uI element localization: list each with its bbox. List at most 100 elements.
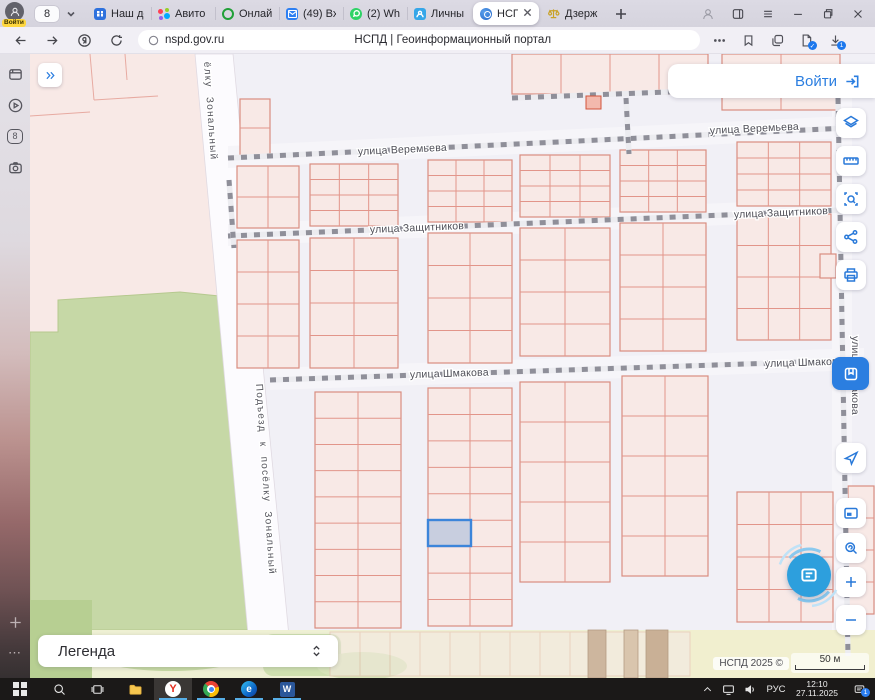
parcel-block[interactable] bbox=[310, 164, 398, 226]
minimize-button[interactable] bbox=[785, 3, 811, 25]
restore-button[interactable] bbox=[815, 3, 841, 25]
parcel-block[interactable] bbox=[237, 240, 299, 368]
parcel-block[interactable] bbox=[237, 166, 299, 228]
sidebar-add-button[interactable] bbox=[4, 611, 26, 633]
legend-panel[interactable]: Легенда bbox=[38, 635, 338, 667]
parcel-block[interactable] bbox=[820, 254, 836, 278]
start-button[interactable] bbox=[0, 678, 40, 700]
sidebar-panels-button[interactable] bbox=[4, 63, 26, 85]
tab-nspd-active[interactable]: НСПД bbox=[473, 2, 539, 25]
file-explorer-button[interactable] bbox=[116, 678, 154, 700]
site-security-icon[interactable] bbox=[148, 35, 159, 46]
windows-logo-icon bbox=[13, 682, 27, 696]
more-actions-button[interactable] bbox=[708, 29, 730, 51]
yandex-search-button[interactable] bbox=[72, 29, 96, 51]
taskbar-word[interactable]: W bbox=[268, 678, 306, 700]
overview-map-button[interactable] bbox=[836, 498, 866, 528]
tab-nash-dom[interactable]: Наш дом bbox=[87, 0, 151, 27]
parcel-block[interactable] bbox=[428, 388, 512, 626]
taskbar-clock[interactable]: 12:10 27.11.2025 bbox=[791, 678, 843, 700]
cadastral-map[interactable]: улица Веремьева улица Веремьева улица За… bbox=[30, 54, 875, 678]
area-select-tool-button[interactable] bbox=[836, 184, 866, 214]
browser-user-button[interactable] bbox=[695, 3, 721, 25]
selected-parcel[interactable] bbox=[428, 520, 471, 546]
download-badge: 1 bbox=[837, 41, 846, 50]
bookmark-button[interactable] bbox=[737, 29, 759, 51]
support-chat-button[interactable] bbox=[787, 553, 831, 597]
tab-whatsapp[interactable]: (2) Whats bbox=[343, 0, 407, 27]
tray-network-icon[interactable] bbox=[717, 678, 739, 700]
print-tool-button[interactable] bbox=[836, 260, 866, 290]
taskbar-chrome[interactable] bbox=[192, 678, 230, 700]
parcel-block[interactable] bbox=[520, 228, 610, 356]
zoom-in-button[interactable] bbox=[836, 567, 866, 597]
share-tool-button[interactable] bbox=[836, 222, 866, 252]
tab-panel-button[interactable] bbox=[725, 3, 751, 25]
profile-button[interactable]: Войти bbox=[0, 0, 30, 27]
parcel-block[interactable] bbox=[737, 214, 831, 340]
parcel-block[interactable] bbox=[620, 223, 706, 351]
parcel-area-topleft[interactable] bbox=[30, 54, 219, 332]
parcel-block[interactable] bbox=[620, 150, 706, 212]
parcel-block[interactable] bbox=[622, 376, 708, 576]
close-window-button[interactable] bbox=[845, 3, 871, 25]
sidebar-screenshot-button[interactable] bbox=[4, 156, 26, 178]
tab-close-button[interactable] bbox=[523, 8, 532, 20]
login-button-label[interactable]: Войти bbox=[795, 73, 837, 90]
tab-lichny-kabinet[interactable]: Личный к bbox=[407, 0, 471, 27]
sidebar-tab-count: 8 bbox=[7, 129, 23, 144]
back-button[interactable] bbox=[8, 29, 32, 51]
expand-panel-button[interactable] bbox=[38, 63, 62, 87]
parcel-block[interactable] bbox=[240, 99, 270, 157]
objects-tool-button-active[interactable] bbox=[832, 357, 869, 390]
tray-expand-button[interactable] bbox=[697, 678, 717, 700]
page-translate-button[interactable]: ✓ bbox=[795, 29, 817, 51]
tab-dzerzhinsk[interactable]: Дзержин bbox=[541, 0, 605, 27]
parcel-block[interactable] bbox=[520, 155, 610, 217]
tray-volume-icon[interactable] bbox=[739, 678, 761, 700]
language-indicator[interactable]: РУС bbox=[761, 678, 791, 700]
user-silhouette-icon bbox=[701, 7, 715, 21]
action-center-button[interactable]: 1 bbox=[843, 678, 875, 700]
sidebar-tabs-button[interactable]: 8 bbox=[4, 125, 26, 147]
parcel-block[interactable] bbox=[310, 238, 398, 368]
forward-button[interactable] bbox=[40, 29, 64, 51]
omnibox[interactable]: nspd.gov.ru НСПД | Геоинформационный пор… bbox=[138, 30, 700, 50]
tab-avito[interactable]: Авито — bbox=[151, 0, 215, 27]
parcel-block[interactable] bbox=[315, 392, 401, 628]
zoom-out-button[interactable] bbox=[836, 605, 866, 635]
browser-menu-button[interactable] bbox=[755, 3, 781, 25]
park-area[interactable] bbox=[30, 292, 252, 630]
sidebar-more-button[interactable]: ⋯ bbox=[4, 642, 26, 664]
parcel-block[interactable] bbox=[737, 142, 831, 206]
measure-tool-button[interactable] bbox=[836, 146, 866, 176]
tab-mail[interactable]: (49) Вход bbox=[279, 0, 343, 27]
locate-me-button[interactable] bbox=[836, 443, 866, 473]
sidebar-video-button[interactable] bbox=[4, 94, 26, 116]
parcel-block[interactable] bbox=[428, 233, 512, 363]
downloads-button[interactable]: 1 bbox=[824, 29, 846, 51]
system-tray: РУС 12:10 27.11.2025 1 bbox=[697, 678, 875, 700]
expand-collapse-chevrons-icon[interactable] bbox=[309, 643, 324, 659]
new-tab-button[interactable] bbox=[610, 3, 632, 25]
taskbar-search-button[interactable] bbox=[40, 678, 78, 700]
parcel-block[interactable] bbox=[520, 382, 610, 582]
task-view-button[interactable] bbox=[78, 678, 116, 700]
tab-counter[interactable]: 8 bbox=[34, 5, 60, 23]
login-bar[interactable]: Войти bbox=[668, 64, 875, 98]
ellipsis-icon bbox=[712, 33, 727, 48]
layers-tool-button[interactable] bbox=[836, 108, 866, 138]
taskbar-edge[interactable]: e bbox=[230, 678, 268, 700]
taskbar-yandex-browser[interactable]: Y bbox=[154, 678, 192, 700]
tab-online[interactable]: Онлайн п bbox=[215, 0, 279, 27]
tab-list-chevron[interactable] bbox=[63, 6, 79, 22]
arrow-left-icon bbox=[13, 33, 28, 48]
refresh-button[interactable] bbox=[104, 29, 128, 51]
parcel-block[interactable] bbox=[428, 160, 512, 222]
collections-button[interactable] bbox=[766, 29, 788, 51]
speaker-icon bbox=[744, 683, 757, 696]
zoom-to-area-button[interactable] bbox=[836, 533, 866, 563]
url-text[interactable]: nspd.gov.ru bbox=[165, 34, 224, 46]
building-footprint[interactable] bbox=[586, 96, 601, 109]
magnifier-area-icon bbox=[842, 539, 860, 557]
